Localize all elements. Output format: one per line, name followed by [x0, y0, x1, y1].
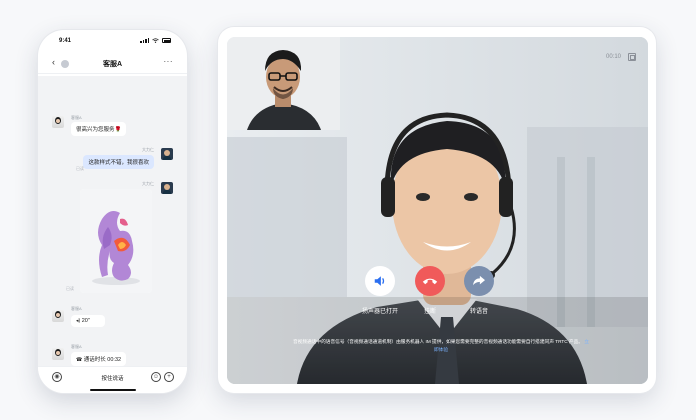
phone-icon: ☎ [76, 357, 83, 363]
speaker-button[interactable] [365, 266, 395, 296]
read-receipt: 已读 [66, 286, 74, 291]
emoji-icon[interactable]: ☺ [151, 372, 161, 382]
user-avatar [161, 148, 173, 160]
speaker-icon [374, 276, 385, 286]
local-video-feed [227, 37, 340, 130]
sender-name: 大力仁 [142, 181, 154, 186]
sender-name: 客服A [71, 306, 82, 311]
transfer-voice-icon [473, 275, 485, 286]
plus-icon[interactable]: + [164, 372, 174, 382]
cellular-signal-icon [140, 38, 149, 43]
voice-duration: 20" [81, 318, 90, 324]
call-duration: 通话时长 00:32 [83, 357, 122, 363]
voice-message[interactable]: ◂) 20" [71, 315, 105, 327]
message-bubble: 很高兴为您服务🌹 [71, 122, 127, 136]
message-bubble: 这款样式不错，我很喜欢 [83, 155, 154, 169]
status-time: 9:41 [59, 38, 72, 44]
agent-avatar [52, 310, 64, 322]
agent-avatar [52, 116, 64, 128]
user-avatar [161, 182, 173, 194]
more-icon[interactable]: ··· [164, 57, 174, 66]
sender-name: 客服A [71, 344, 82, 349]
video-call-screen: 00:10 扬声器已打开 挂断 转语音 音视频通话中的语音信号（音视频通话通道机… [227, 37, 648, 384]
transfer-voice-label: 转语音 [469, 309, 488, 315]
home-indicator [90, 389, 136, 391]
transfer-voice-button[interactable] [464, 266, 494, 296]
chat-input-bar: ◉ 按住说话 ☺ + [38, 366, 187, 393]
hang-up-button[interactable] [415, 266, 445, 296]
battery-icon [162, 38, 171, 43]
status-bar: 9:41 [38, 30, 187, 50]
chat-nav-bar: ‹ 客服A ··· [38, 52, 187, 74]
notice-body: 音视频通话中的语音信号（音视频通话通道机制）由服务机器人 IM 提供，如果您需要… [292, 339, 583, 344]
hang-up-icon [422, 278, 438, 285]
sender-name: 客服A [71, 115, 82, 120]
image-message[interactable] [80, 189, 152, 293]
agent-avatar [52, 348, 64, 360]
call-timer: 00:10 [605, 54, 621, 60]
call-notice-text: 音视频通话中的语音信号（音视频通话通道机制）由服务机器人 IM 提供，如果您需要… [291, 338, 591, 353]
voice-wave-icon: ◂) [76, 318, 81, 324]
minimize-window-icon[interactable] [628, 53, 636, 61]
local-video-pip[interactable] [227, 37, 340, 130]
product-image [80, 189, 152, 293]
read-receipt: 已读 [76, 166, 84, 171]
chat-message-list: 客服A 很高兴为您服务🌹 大力仁 这款样式不错，我很喜欢 已读 大力仁 已读 客… [38, 76, 187, 366]
sender-name: 大力仁 [142, 147, 154, 152]
canvas: 9:41 ‹ 客服A ··· 客服A 很高兴为您服务🌹 大力仁 这款样式不错，我… [0, 0, 696, 420]
phone-mockup: 9:41 ‹ 客服A ··· 客服A 很高兴为您服务🌹 大力仁 这款样式不错，我… [38, 30, 187, 393]
call-record-message[interactable]: ☎ 通话时长 00:32 [71, 352, 127, 366]
status-icons [140, 38, 171, 43]
wifi-icon [152, 38, 159, 43]
